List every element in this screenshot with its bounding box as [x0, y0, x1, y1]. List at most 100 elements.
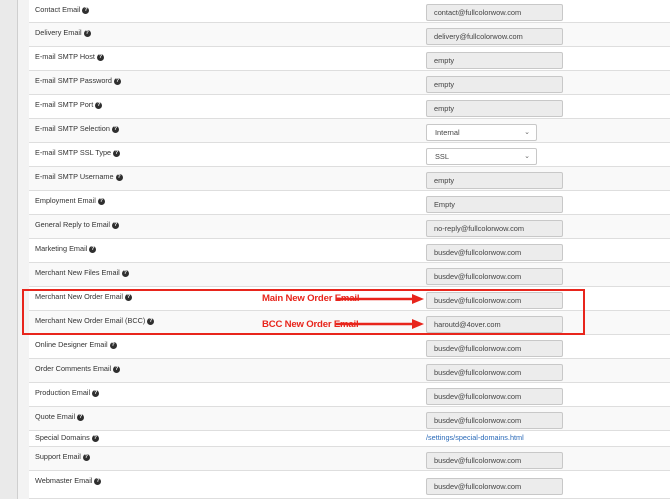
setting-row-e-mail-smtp-password: E-mail SMTP Password? empty	[29, 71, 670, 95]
setting-value-input[interactable]: contact@fullcolorwow.com	[426, 4, 563, 21]
setting-row-order-comments-email: Order Comments Email? busdev@fullcolorwow…	[29, 359, 670, 383]
setting-row-e-mail-smtp-port: E-mail SMTP Port? empty	[29, 95, 670, 119]
setting-value-select[interactable]: SSL ⌄	[426, 148, 537, 165]
setting-value-input[interactable]: busdev@fullcolorwow.com	[426, 478, 563, 495]
question-circle-icon[interactable]: ?	[97, 197, 105, 205]
select-value: SSL	[435, 152, 449, 161]
setting-label: E-mail SMTP Username?	[35, 172, 123, 181]
setting-label-text: E-mail SMTP Port	[35, 100, 94, 109]
setting-row-marketing-email: Marketing Email? busdev@fullcolorwow.com	[29, 239, 670, 263]
setting-label: E-mail SMTP Password?	[35, 76, 121, 85]
setting-value-input[interactable]: busdev@fullcolorwow.com	[426, 412, 563, 429]
question-circle-icon[interactable]: ?	[83, 29, 91, 37]
setting-label-text: Online Designer Email	[35, 340, 108, 349]
question-circle-icon[interactable]: ?	[112, 221, 120, 229]
setting-label-text: Quote Email	[35, 412, 76, 421]
setting-label: Online Designer Email?	[35, 340, 117, 349]
setting-label: E-mail SMTP Host?	[35, 52, 104, 61]
question-circle-icon[interactable]: ?	[82, 453, 90, 461]
special-domains-link[interactable]: /settings/special-domains.html	[426, 433, 524, 442]
setting-label: Webmaster Email?	[35, 476, 102, 485]
setting-label-text: Delivery Email	[35, 28, 82, 37]
sidebar-strip	[0, 0, 17, 499]
question-circle-icon[interactable]: ?	[92, 389, 100, 397]
annotation-arrow-bcc	[336, 319, 424, 329]
question-circle-icon[interactable]: ?	[115, 173, 123, 181]
setting-label: Contact Email?	[35, 5, 90, 14]
setting-row-special-domains: Special Domains? /settings/special-domain…	[29, 431, 670, 447]
setting-value-input[interactable]: busdev@fullcolorwow.com	[426, 452, 563, 469]
question-circle-icon[interactable]: ?	[109, 341, 117, 349]
setting-label: E-mail SMTP SSL Type?	[35, 148, 121, 157]
setting-label: Quote Email?	[35, 412, 85, 421]
question-circle-icon[interactable]: ?	[96, 53, 104, 61]
setting-row-webmaster-email: Webmaster Email? busdev@fullcolorwow.com	[29, 471, 670, 499]
setting-label: Production Email?	[35, 388, 100, 397]
setting-value-input[interactable]: Empty	[426, 196, 563, 213]
question-circle-icon[interactable]: ?	[113, 149, 121, 157]
setting-label-text: Contact Email	[35, 5, 81, 14]
setting-row-delivery-email: Delivery Email? delivery@fullcolorwow.com	[29, 23, 670, 47]
setting-value-select[interactable]: Internal ⌄	[426, 124, 537, 141]
question-circle-icon[interactable]: ?	[111, 125, 119, 133]
setting-row-e-mail-smtp-ssl-type: E-mail SMTP SSL Type? SSL ⌄	[29, 143, 670, 167]
setting-value-input[interactable]: empty	[426, 52, 563, 69]
question-circle-icon[interactable]: ?	[94, 477, 102, 485]
setting-value-input[interactable]: empty	[426, 172, 563, 189]
question-circle-icon[interactable]: ?	[77, 413, 85, 421]
setting-row-employment-email: Employment Email? Empty	[29, 191, 670, 215]
question-circle-icon[interactable]: ?	[113, 77, 121, 85]
setting-label-text: E-mail SMTP Username	[35, 172, 114, 181]
setting-label-text: Order Comments Email	[35, 364, 112, 373]
setting-row-e-mail-smtp-host: E-mail SMTP Host? empty	[29, 47, 670, 71]
setting-row-e-mail-smtp-username: E-mail SMTP Username? empty	[29, 167, 670, 191]
question-circle-icon[interactable]: ?	[121, 269, 129, 277]
chevron-down-icon: ⌄	[524, 153, 530, 160]
question-circle-icon[interactable]: ?	[91, 434, 99, 442]
setting-value-input[interactable]: busdev@fullcolorwow.com	[426, 268, 563, 285]
setting-label-text: E-mail SMTP Host	[35, 52, 95, 61]
setting-row-contact-email: Contact Email? contact@fullcolorwow.com	[29, 0, 670, 23]
setting-label-text: Marketing Email	[35, 244, 88, 253]
setting-row-support-email: Support Email? busdev@fullcolorwow.com	[29, 447, 670, 471]
setting-label-text: General Reply to Email	[35, 220, 111, 229]
setting-label: Marketing Email?	[35, 244, 97, 253]
left-divider	[17, 0, 18, 499]
setting-label: Support Email?	[35, 452, 90, 461]
setting-label-text: Special Domains	[35, 433, 90, 442]
setting-row-production-email: Production Email? busdev@fullcolorwow.com	[29, 383, 670, 407]
chevron-down-icon: ⌄	[524, 129, 530, 136]
setting-value-input[interactable]: busdev@fullcolorwow.com	[426, 388, 563, 405]
setting-label-text: Webmaster Email	[35, 476, 93, 485]
setting-label-text: Production Email	[35, 388, 91, 397]
setting-label-text: E-mail SMTP SSL Type	[35, 148, 112, 157]
setting-value-input[interactable]: no-reply@fullcolorwow.com	[426, 220, 563, 237]
question-circle-icon[interactable]: ?	[89, 245, 97, 253]
setting-label: Employment Email?	[35, 196, 105, 205]
setting-value-input[interactable]: busdev@fullcolorwow.com	[426, 340, 563, 357]
setting-label: E-mail SMTP Selection?	[35, 124, 119, 133]
setting-label-text: Employment Email	[35, 196, 96, 205]
setting-row-quote-email: Quote Email? busdev@fullcolorwow.com	[29, 407, 670, 431]
annotation-arrow-main	[336, 294, 424, 304]
setting-label: General Reply to Email?	[35, 220, 120, 229]
setting-value-input[interactable]: delivery@fullcolorwow.com	[426, 28, 563, 45]
setting-label: E-mail SMTP Port?	[35, 100, 103, 109]
setting-value-input[interactable]: busdev@fullcolorwow.com	[426, 364, 563, 381]
setting-value-input[interactable]: busdev@fullcolorwow.com	[426, 244, 563, 261]
setting-row-general-reply-to-email: General Reply to Email? no-reply@fullcolo…	[29, 215, 670, 239]
question-circle-icon[interactable]: ?	[95, 101, 103, 109]
question-circle-icon[interactable]: ?	[113, 365, 121, 373]
select-value: Internal	[435, 128, 460, 137]
setting-label: Merchant New Files Email?	[35, 268, 129, 277]
setting-value-input[interactable]: empty	[426, 100, 563, 117]
question-circle-icon[interactable]: ?	[82, 6, 90, 14]
setting-label: Delivery Email?	[35, 28, 91, 37]
setting-label-text: Support Email	[35, 452, 81, 461]
setting-label-text: E-mail SMTP Password	[35, 76, 112, 85]
setting-row-online-designer-email: Online Designer Email? busdev@fullcolorwo…	[29, 335, 670, 359]
setting-label: Special Domains?	[35, 433, 99, 442]
setting-value-input[interactable]: empty	[426, 76, 563, 93]
setting-row-merchant-new-files-email: Merchant New Files Email? busdev@fullcolo…	[29, 263, 670, 287]
setting-label-text: Merchant New Files Email	[35, 268, 120, 277]
